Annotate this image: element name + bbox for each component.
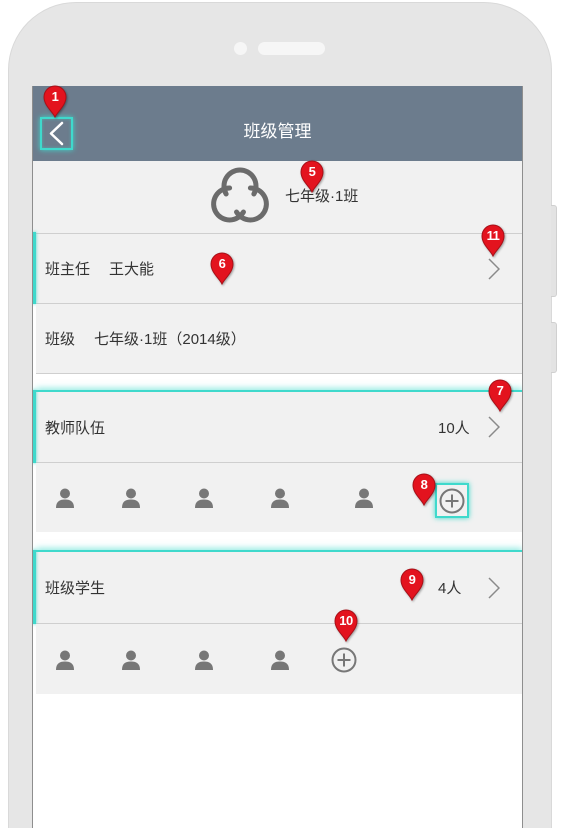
annotation-pin: 10	[333, 608, 359, 642]
user-icon[interactable]	[194, 488, 214, 508]
annotation-pin: 11	[480, 223, 506, 257]
user-icon[interactable]	[354, 488, 374, 508]
chevron-right-icon	[488, 257, 500, 280]
user-icon[interactable]	[270, 488, 290, 508]
annotation-number: 11	[486, 228, 500, 243]
user-icon[interactable]	[121, 650, 141, 670]
teachers-label: 教师队伍	[45, 419, 106, 437]
teachers-count: 10人	[438, 419, 470, 437]
page-title: 班级管理	[243, 122, 312, 141]
students-avatar-list	[36, 624, 522, 694]
phone-screen: 班级管理 七年级·1班 班主任 王大能 班级 七年级·1班（2014级） 教师队伍 …	[32, 86, 523, 828]
user-icon[interactable]	[194, 650, 214, 670]
plus-circle-icon	[439, 488, 465, 513]
volume-down-button	[551, 322, 557, 373]
swirl-logo-icon	[211, 167, 269, 223]
annotation-pin: 7	[487, 378, 513, 412]
head-teacher-row[interactable]: 班主任 王大能	[33, 232, 522, 304]
teachers-avatar-list	[36, 463, 522, 532]
annotation-pin: 6	[209, 251, 235, 285]
students-section-row[interactable]: 班级学生 4人	[33, 550, 522, 624]
students-count: 4人	[438, 580, 462, 597]
annotation-number: 8	[420, 477, 428, 492]
earpiece-speaker	[258, 42, 325, 55]
chevron-right-icon	[488, 416, 500, 438]
annotation-number: 1	[51, 89, 59, 104]
annotation-number: 5	[308, 164, 316, 179]
teachers-section-row[interactable]: 教师队伍 10人	[33, 390, 522, 463]
class-info-text: 班级 七年级·1班（2014级）	[45, 304, 246, 373]
front-camera	[234, 42, 247, 55]
annotation-number: 9	[408, 572, 416, 587]
class-header-card: 七年级·1班	[33, 161, 522, 234]
plus-circle-icon	[331, 647, 357, 673]
class-info-row: 班级 七年级·1班（2014级）	[36, 304, 522, 374]
class-info-value: 七年级·1班（2014级）	[94, 331, 246, 348]
volume-up-button	[551, 205, 557, 297]
user-icon[interactable]	[121, 488, 141, 508]
add-teacher-button[interactable]	[435, 483, 469, 518]
add-student-button[interactable]	[331, 647, 357, 673]
annotation-pin: 5	[299, 159, 325, 193]
user-icon[interactable]	[55, 488, 75, 508]
annotation-number: 6	[218, 256, 226, 271]
head-teacher-text: 班主任 王大能	[45, 234, 154, 303]
user-icon[interactable]	[55, 650, 75, 670]
chevron-right-icon	[488, 576, 500, 599]
head-teacher-label: 班主任	[45, 261, 91, 278]
students-label: 班级学生	[45, 580, 106, 597]
class-info-label: 班级	[45, 331, 76, 348]
annotation-number: 10	[339, 613, 353, 628]
annotation-number: 7	[496, 383, 504, 398]
user-icon[interactable]	[270, 650, 290, 670]
head-teacher-name: 王大能	[109, 261, 155, 278]
annotation-pin: 9	[399, 567, 425, 601]
annotation-pin: 1	[42, 84, 68, 118]
nav-bar: 班级管理	[33, 86, 522, 161]
annotation-pin: 8	[411, 472, 437, 506]
